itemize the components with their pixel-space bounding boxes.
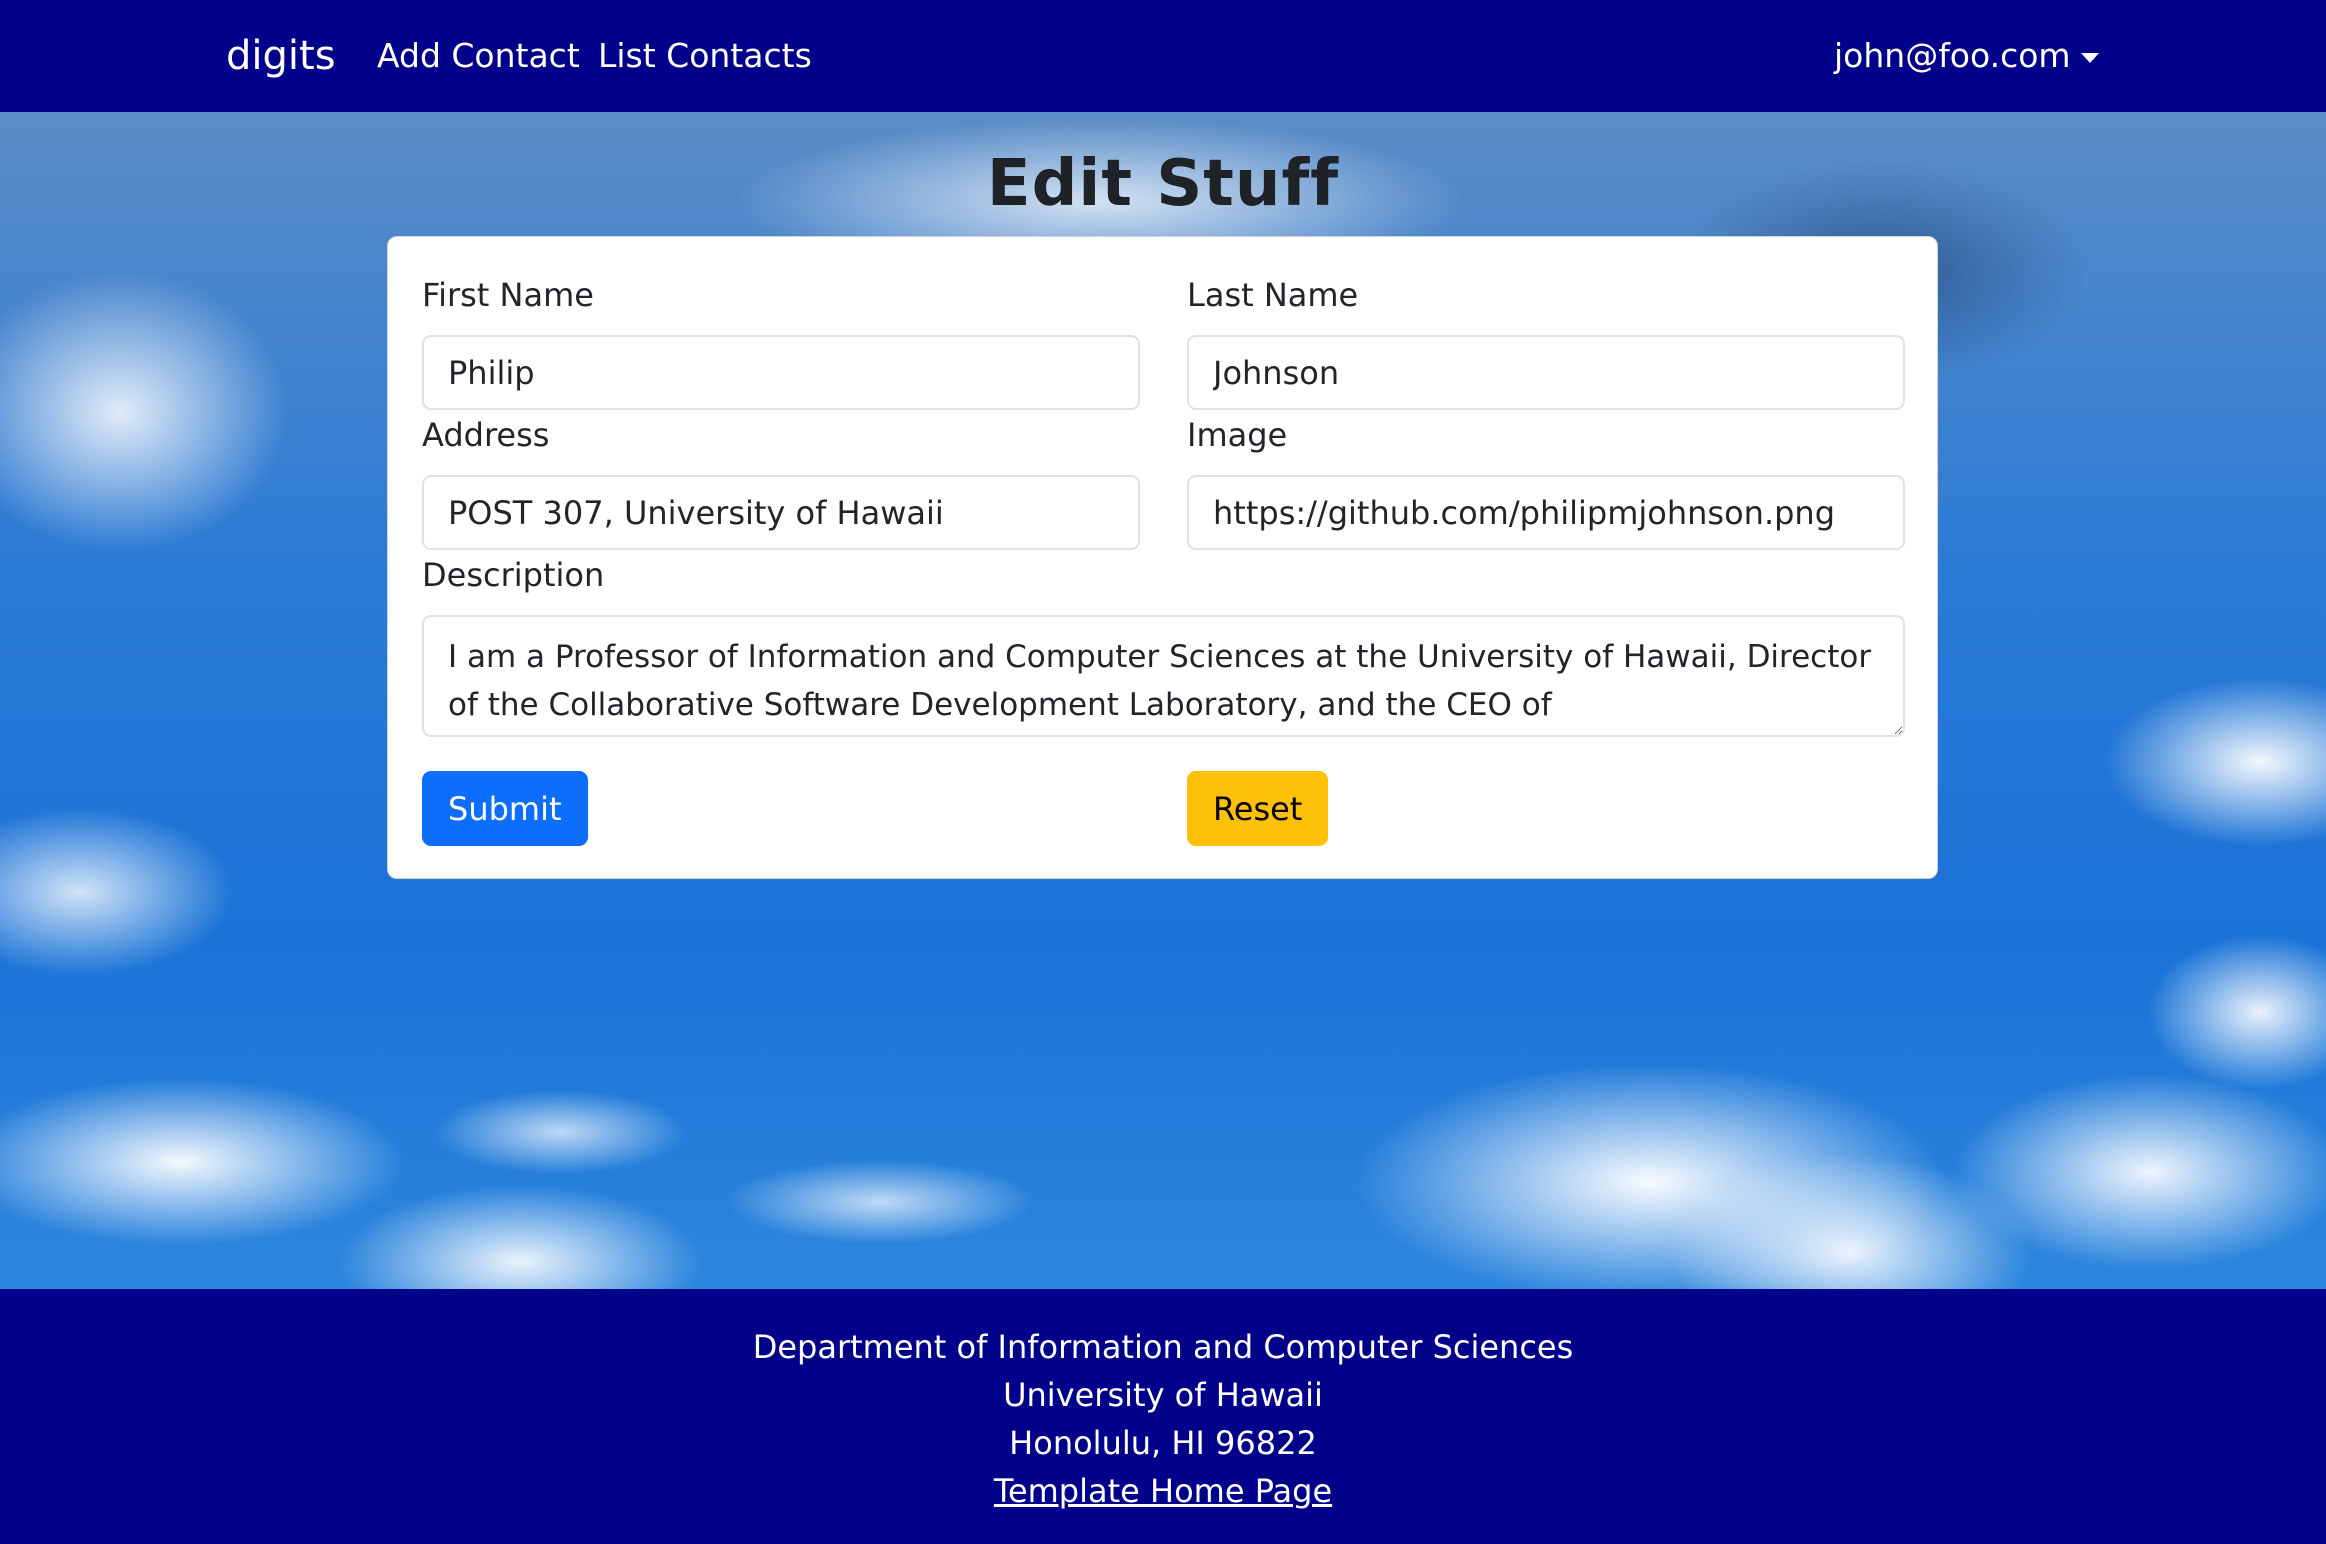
user-menu-dropdown[interactable]: john@foo.com (1834, 32, 2099, 80)
last-name-label: Last Name (1187, 276, 1359, 314)
nav-link-list-contacts[interactable]: List Contacts (598, 32, 812, 80)
last-name-input[interactable] (1187, 335, 1905, 410)
description-textarea[interactable]: I am a Professor of Information and Comp… (422, 615, 1905, 737)
nav-link-add-contact[interactable]: Add Contact (377, 32, 580, 80)
navbar: digits Add Contact List Contacts john@fo… (0, 0, 2326, 112)
reset-button[interactable]: Reset (1187, 771, 1329, 846)
footer-university: University of Hawaii (1003, 1376, 1323, 1414)
user-email: john@foo.com (1834, 36, 2071, 75)
first-name-input[interactable] (422, 335, 1140, 410)
submit-button[interactable]: Submit (422, 771, 588, 846)
first-name-label: First Name (422, 276, 594, 314)
brand-link[interactable]: digits (226, 28, 336, 84)
caret-down-icon (2080, 53, 2099, 63)
description-label: Description (422, 556, 605, 594)
image-input[interactable] (1187, 475, 1905, 550)
address-label: Address (422, 416, 550, 454)
page-title: Edit Stuff (986, 147, 1340, 221)
template-home-page-link[interactable]: Template Home Page (994, 1472, 1332, 1510)
address-input[interactable] (422, 475, 1140, 550)
footer-link-wrapper: Template Home Page (0, 1467, 2326, 1515)
footer-address: Honolulu, HI 96822 (1009, 1424, 1317, 1462)
edit-form-card: First Name Last Name Address Image Descr… (387, 236, 1938, 879)
footer: Department of Information and Computer S… (0, 1289, 2326, 1544)
footer-department: Department of Information and Computer S… (752, 1328, 1574, 1366)
image-label: Image (1187, 416, 1288, 454)
